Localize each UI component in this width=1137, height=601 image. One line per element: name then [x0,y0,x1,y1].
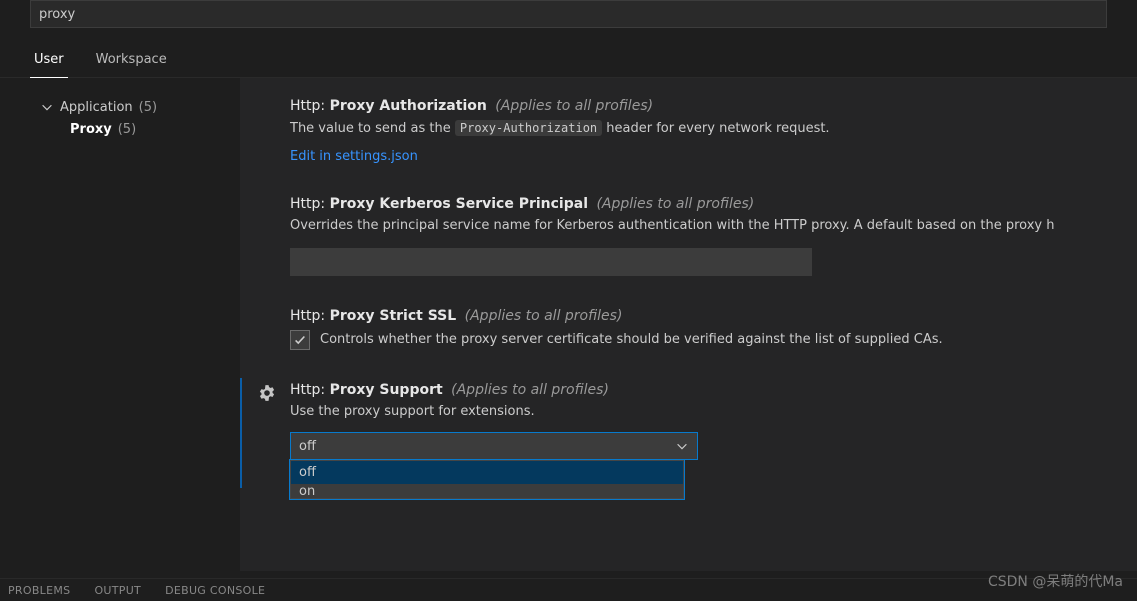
panel-tab-problems[interactable]: PROBLEMS [8,584,70,597]
setting-scope-note: (Applies to all profiles) [495,98,653,114]
search-value: proxy [39,7,75,22]
panel-tab-output[interactable]: OUTPUT [94,584,141,597]
setting-proxy-support: Http: Proxy Support (Applies to all prof… [240,378,1137,488]
tree-item-count: (5) [118,122,136,137]
chevron-down-icon [40,100,54,114]
edit-in-settings-json-link[interactable]: Edit in settings.json [290,149,418,164]
gear-icon[interactable] [258,384,276,402]
inline-code: Proxy-Authorization [455,120,602,136]
setting-name: Proxy Support [330,382,443,398]
tree-item-label: Proxy [70,122,112,137]
settings-search-input[interactable]: proxy [30,0,1107,28]
proxy-support-dropdown: off on [290,460,684,499]
panel-tab-debug-console[interactable]: DEBUG CONSOLE [165,584,265,597]
tree-group-count: (5) [139,100,157,115]
select-value: off [299,439,316,454]
tree-group-label: Application [60,100,133,115]
chevron-down-icon [675,439,689,453]
tab-user[interactable]: User [30,46,68,77]
setting-title: Http: Proxy Strict SSL (Applies to all p… [290,308,1109,324]
setting-title: Http: Proxy Kerberos Service Principal (… [290,196,1109,212]
tab-workspace[interactable]: Workspace [92,46,171,77]
panel-tabs: PROBLEMS OUTPUT DEBUG CONSOLE [0,578,1137,601]
setting-title: Http: Proxy Support (Applies to all prof… [290,382,1109,398]
settings-list: Http: Proxy Authorization (Applies to al… [240,78,1137,571]
scope-tabs: User Workspace [0,28,1137,78]
setting-proxy-authorization: Http: Proxy Authorization (Applies to al… [240,94,1137,192]
setting-scope-note: (Applies to all profiles) [596,196,754,212]
setting-name: Proxy Kerberos Service Principal [330,196,588,212]
setting-title: Http: Proxy Authorization (Applies to al… [290,98,1109,114]
dropdown-option-on[interactable]: on [291,484,683,498]
kerberos-principal-input[interactable] [290,248,812,276]
setting-name: Proxy Strict SSL [330,308,457,324]
proxy-support-select[interactable]: off off on [290,432,698,460]
setting-proxy-strict-ssl: Http: Proxy Strict SSL (Applies to all p… [240,304,1137,378]
setting-prefix: Http: [290,98,325,114]
dropdown-option-off[interactable]: off [291,461,683,484]
setting-description: Overrides the principal service name for… [290,216,1109,236]
setting-prefix: Http: [290,196,325,212]
setting-proxy-kerberos: Http: Proxy Kerberos Service Principal (… [240,192,1137,304]
setting-description: The value to send as the Proxy-Authoriza… [290,118,1109,139]
check-icon [293,333,307,347]
strict-ssl-checkbox[interactable] [290,330,310,350]
setting-description: Controls whether the proxy server certif… [320,330,943,350]
tree-group-application[interactable]: Application (5) [40,96,230,118]
setting-prefix: Http: [290,382,325,398]
setting-name: Proxy Authorization [330,98,487,114]
setting-scope-note: (Applies to all profiles) [465,308,623,324]
setting-scope-note: (Applies to all profiles) [451,382,609,398]
settings-tree: Application (5) Proxy (5) [0,78,240,571]
setting-description: Use the proxy support for extensions. [290,402,1109,422]
setting-prefix: Http: [290,308,325,324]
tree-item-proxy[interactable]: Proxy (5) [40,118,230,140]
